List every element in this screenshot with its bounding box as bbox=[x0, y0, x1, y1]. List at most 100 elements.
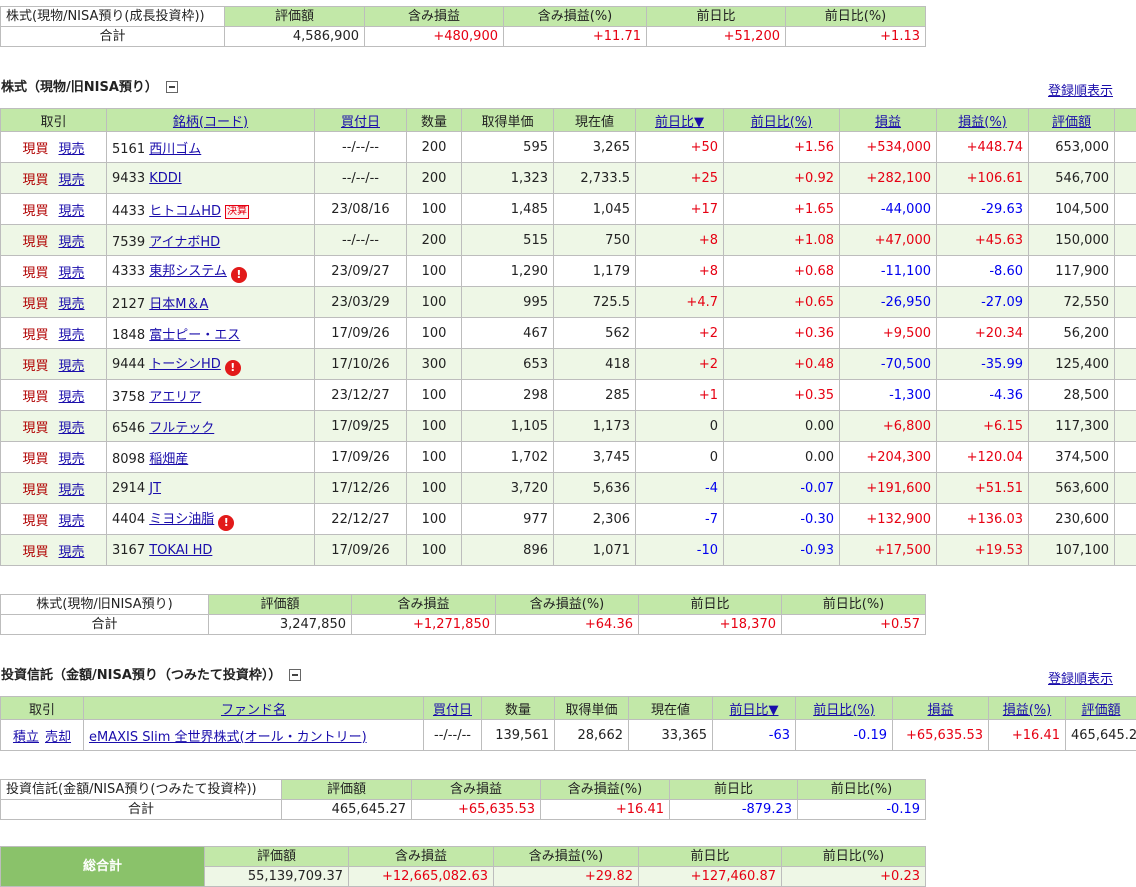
sell-link[interactable]: 現売 bbox=[59, 390, 85, 405]
sort-pl-pct-link[interactable]: 損益(%) bbox=[1003, 703, 1052, 718]
day-change-pct: +1.56 bbox=[723, 131, 840, 163]
buy-link[interactable]: 現買 bbox=[22, 328, 48, 343]
summary-header: 前日比(%) bbox=[781, 846, 926, 867]
stocks-order-link[interactable]: 登録順表示 bbox=[1048, 80, 1113, 99]
sell-link[interactable]: 現売 bbox=[59, 359, 85, 374]
col-header-change-pct[interactable]: 前日比(%) bbox=[795, 696, 893, 720]
sort-symbol-link[interactable]: 銘柄(コード) bbox=[173, 115, 248, 130]
buy-link[interactable]: 現買 bbox=[22, 173, 48, 188]
trade-cell: 現買 現売 bbox=[0, 317, 107, 349]
sell-link[interactable]: 現売 bbox=[59, 328, 85, 343]
stock-name-link[interactable]: JT bbox=[149, 481, 161, 496]
buy-link[interactable]: 現買 bbox=[22, 266, 48, 281]
sort-change-pct-link[interactable]: 前日比(%) bbox=[751, 115, 813, 130]
sell-link[interactable]: 現売 bbox=[59, 297, 85, 312]
sell-link[interactable]: 現売 bbox=[59, 204, 85, 219]
stock-name-link[interactable]: ミヨシ油脂 bbox=[149, 512, 214, 527]
buy-link[interactable]: 現買 bbox=[22, 483, 48, 498]
col-header-date[interactable]: 買付日 bbox=[314, 108, 407, 132]
cost-price: 3,720 bbox=[461, 472, 554, 504]
col-header-change[interactable]: 前日比▼ bbox=[712, 696, 796, 720]
symbol-cell: 7539 アイナボHD bbox=[106, 224, 315, 256]
summary-value: +29.82 bbox=[493, 866, 639, 887]
col-header-symbol[interactable]: 銘柄(コード) bbox=[106, 108, 315, 132]
collapse-icon[interactable] bbox=[165, 81, 178, 93]
buy-link[interactable]: 現買 bbox=[22, 359, 48, 374]
accumulate-link[interactable]: 積立 bbox=[13, 730, 39, 745]
alert-icon[interactable]: ! bbox=[218, 514, 235, 531]
quantity: 300 bbox=[406, 348, 462, 380]
sell-link[interactable]: 現売 bbox=[59, 142, 85, 157]
stock-name-link[interactable]: 日本M＆A bbox=[149, 297, 208, 312]
stock-name-link[interactable]: ヒトコムHD bbox=[149, 204, 221, 219]
sort-value-link[interactable]: 評価額 bbox=[1081, 703, 1120, 718]
stock-name-link[interactable]: TOKAI HD bbox=[149, 543, 212, 558]
funds-order-link[interactable]: 登録順表示 bbox=[1048, 668, 1113, 687]
sell-link[interactable]: 現売 bbox=[59, 452, 85, 467]
sort-change-link[interactable]: 前日比▼ bbox=[655, 115, 704, 130]
stock-name-link[interactable]: アエリア bbox=[149, 390, 201, 405]
buy-link[interactable]: 現買 bbox=[22, 235, 48, 250]
stock-name-link[interactable]: トーシンHD bbox=[149, 357, 221, 372]
current-price: 285 bbox=[553, 379, 636, 411]
buy-link[interactable]: 現買 bbox=[22, 421, 48, 436]
sell-link[interactable]: 現売 bbox=[59, 235, 85, 250]
col-header-fund[interactable]: ファンド名 bbox=[83, 696, 424, 720]
sort-value-link[interactable]: 評価額 bbox=[1052, 115, 1091, 130]
sell-link[interactable]: 現売 bbox=[59, 266, 85, 281]
sell-link[interactable]: 現売 bbox=[59, 173, 85, 188]
symbol-cell: 1848 富士ピー・エス bbox=[106, 317, 315, 349]
trade-cell: 現買 現売 bbox=[0, 162, 107, 194]
buy-link[interactable]: 現買 bbox=[22, 142, 48, 157]
col-header-date[interactable]: 買付日 bbox=[423, 696, 482, 720]
alert-icon[interactable]: ! bbox=[224, 359, 241, 376]
col-header-pl-pct[interactable]: 損益(%) bbox=[988, 696, 1066, 720]
sort-date-link[interactable]: 買付日 bbox=[341, 115, 380, 130]
col-header-value[interactable]: 評価額 bbox=[1028, 108, 1115, 132]
col-header-change[interactable]: 前日比▼ bbox=[635, 108, 724, 132]
sort-pl-link[interactable]: 損益 bbox=[927, 703, 953, 718]
row-extra bbox=[1114, 441, 1136, 473]
buy-link[interactable]: 現買 bbox=[22, 514, 48, 529]
collapse-icon[interactable] bbox=[289, 669, 302, 681]
col-header-pl-pct[interactable]: 損益(%) bbox=[936, 108, 1029, 132]
buy-link[interactable]: 現買 bbox=[22, 545, 48, 560]
stock-name-link[interactable]: アイナボHD bbox=[149, 235, 220, 250]
sort-pl-pct-link[interactable]: 損益(%) bbox=[958, 115, 1007, 130]
sort-fund-link[interactable]: ファンド名 bbox=[221, 703, 286, 718]
sort-change-pct-link[interactable]: 前日比(%) bbox=[813, 703, 875, 718]
col-header-change-pct[interactable]: 前日比(%) bbox=[723, 108, 840, 132]
buy-link[interactable]: 現買 bbox=[22, 452, 48, 467]
stock-code: 7539 bbox=[112, 234, 146, 250]
sell-link[interactable]: 現売 bbox=[59, 514, 85, 529]
stock-name-link[interactable]: KDDI bbox=[149, 171, 181, 186]
buy-link[interactable]: 現買 bbox=[22, 204, 48, 219]
profit-loss: +47,000 bbox=[839, 224, 937, 256]
col-header-pl[interactable]: 損益 bbox=[839, 108, 937, 132]
sell-link[interactable]: 現売 bbox=[59, 483, 85, 498]
summary-header: 評価額 bbox=[208, 594, 352, 615]
buy-link[interactable]: 現買 bbox=[22, 390, 48, 405]
stock-name-link[interactable]: フルテック bbox=[149, 421, 214, 436]
buy-link[interactable]: 現買 bbox=[22, 297, 48, 312]
sort-date-link[interactable]: 買付日 bbox=[433, 703, 472, 718]
profit-loss: +17,500 bbox=[839, 534, 937, 566]
sort-change-link[interactable]: 前日比▼ bbox=[730, 703, 779, 718]
stock-name-link[interactable]: 東邦システム bbox=[149, 264, 227, 279]
symbol-cell: 4404 ミヨシ油脂! bbox=[106, 503, 315, 535]
sort-pl-link[interactable]: 損益 bbox=[875, 115, 901, 130]
alert-icon[interactable]: ! bbox=[230, 266, 247, 283]
col-header-value[interactable]: 評価額 bbox=[1065, 696, 1136, 720]
stock-name-link[interactable]: 稲畑産 bbox=[149, 452, 188, 467]
stock-code: 1848 bbox=[112, 327, 146, 343]
col-header-extra bbox=[1114, 108, 1136, 132]
stock-name-link[interactable]: 富士ピー・エス bbox=[149, 328, 240, 343]
sell-link[interactable]: 売却 bbox=[45, 730, 71, 745]
sell-link[interactable]: 現売 bbox=[59, 421, 85, 436]
profit-loss: -1,300 bbox=[839, 379, 937, 411]
day-change-pct: +0.68 bbox=[723, 255, 840, 287]
stock-name-link[interactable]: 西川ゴム bbox=[149, 142, 201, 157]
fund-name-link[interactable]: eMAXIS Slim 全世界株式(オール・カントリー) bbox=[89, 730, 367, 745]
sell-link[interactable]: 現売 bbox=[59, 545, 85, 560]
col-header-pl[interactable]: 損益 bbox=[892, 696, 989, 720]
